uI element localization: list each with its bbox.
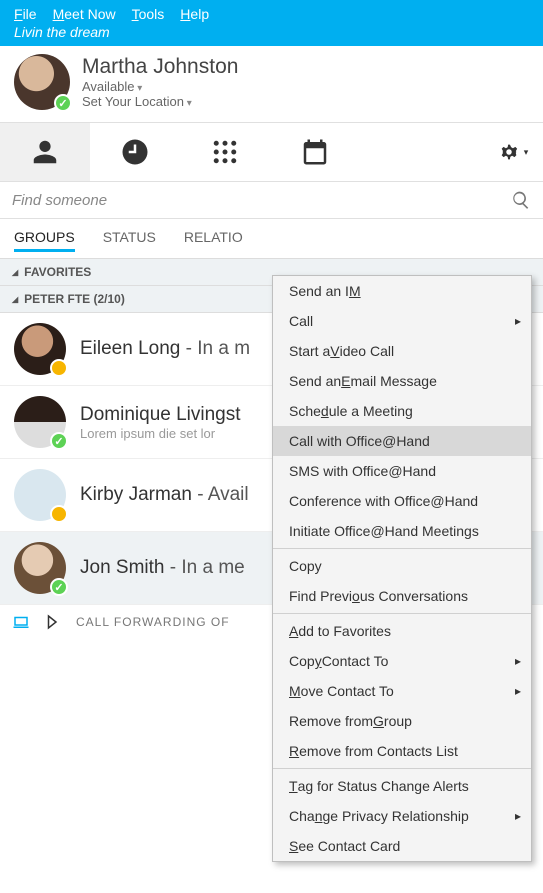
- view-toolbar: [0, 122, 543, 182]
- contact-name: Dominique Livingst: [80, 404, 241, 425]
- self-avatar[interactable]: ✓: [14, 54, 70, 110]
- gear-icon: [498, 141, 520, 163]
- forward-icon[interactable]: [44, 613, 62, 631]
- person-icon: [30, 137, 60, 167]
- settings-dropdown[interactable]: [483, 123, 543, 181]
- contact-name: Jon Smith: [80, 557, 164, 578]
- menu-call[interactable]: Call: [273, 306, 531, 336]
- filter-status[interactable]: STATUS: [103, 229, 156, 252]
- contact-name: Eileen Long: [80, 338, 180, 359]
- menu-call-officehand[interactable]: Call with Office@Hand: [273, 426, 531, 456]
- menu-see-card[interactable]: See Contact Card: [273, 831, 531, 861]
- clock-icon: [120, 137, 150, 167]
- presence-away-icon: [50, 359, 68, 377]
- menu-copy[interactable]: Copy: [273, 551, 531, 581]
- filter-relationships[interactable]: RELATIO: [184, 229, 243, 252]
- contact-sub: Lorem ipsum die set lor: [80, 426, 241, 441]
- menu-file[interactable]: File: [14, 6, 37, 22]
- menu-remove-group[interactable]: Remove from Group: [273, 706, 531, 736]
- menu-sms-officehand[interactable]: SMS with Office@Hand: [273, 456, 531, 486]
- menu-schedule-meeting[interactable]: Schedule a Meeting: [273, 396, 531, 426]
- tab-contacts[interactable]: [0, 123, 90, 181]
- self-status-dropdown[interactable]: Available: [82, 79, 238, 94]
- tab-conversations[interactable]: [90, 123, 180, 181]
- menu-bar: File Meet Now Tools Help: [0, 0, 543, 24]
- search-bar[interactable]: Find someone: [0, 182, 543, 219]
- menu-help[interactable]: Help: [180, 6, 209, 22]
- search-icon: [511, 190, 531, 210]
- menu-email[interactable]: Send an Email Message: [273, 366, 531, 396]
- avatar: [14, 323, 66, 375]
- device-icon[interactable]: [12, 613, 30, 631]
- presence-available-icon: ✓: [54, 94, 72, 112]
- avatar: [14, 469, 66, 521]
- presence-available-icon: ✓: [50, 578, 68, 596]
- dialpad-icon: [210, 137, 240, 167]
- menu-move-contact-to[interactable]: Move Contact To: [273, 676, 531, 706]
- menu-conference-officehand[interactable]: Conference with Office@Hand: [273, 486, 531, 516]
- search-placeholder: Find someone: [12, 192, 511, 209]
- menu-send-im[interactable]: Send an IM: [273, 276, 531, 306]
- avatar: ✓: [14, 396, 66, 448]
- menu-add-favorites[interactable]: Add to Favorites: [273, 616, 531, 646]
- call-forwarding-label: CALL FORWARDING OF: [76, 615, 230, 629]
- tab-dialpad[interactable]: [180, 123, 270, 181]
- menu-meet-now[interactable]: Meet Now: [53, 6, 116, 22]
- personal-note[interactable]: Livin the dream: [0, 24, 543, 46]
- filter-tabs: GROUPS STATUS RELATIO: [0, 219, 543, 259]
- menu-video-call[interactable]: Start a Video Call: [273, 336, 531, 366]
- presence-away-icon: [50, 505, 68, 523]
- menu-remove-list[interactable]: Remove from Contacts List: [273, 736, 531, 766]
- presence-available-icon: ✓: [50, 432, 68, 450]
- calendar-icon: [300, 137, 330, 167]
- menu-tag-alerts[interactable]: Tag for Status Change Alerts: [273, 771, 531, 801]
- menu-initiate-officehand[interactable]: Initiate Office@Hand Meetings: [273, 516, 531, 546]
- filter-groups[interactable]: GROUPS: [14, 229, 75, 252]
- menu-tools[interactable]: Tools: [132, 6, 165, 22]
- menu-find-previous[interactable]: Find Previous Conversations: [273, 581, 531, 611]
- menu-copy-contact-to[interactable]: Copy Contact To: [273, 646, 531, 676]
- tab-meetings[interactable]: [270, 123, 360, 181]
- avatar: ✓: [14, 542, 66, 594]
- self-location-dropdown[interactable]: Set Your Location: [82, 94, 238, 109]
- contact-context-menu: Send an IM Call Start a Video Call Send …: [272, 275, 532, 862]
- self-header: ✓ Martha Johnston Available Set Your Loc…: [0, 46, 543, 122]
- skype-window: File Meet Now Tools Help Livin the dream…: [0, 0, 543, 639]
- self-name: Martha Johnston: [82, 55, 238, 79]
- contact-name: Kirby Jarman: [80, 484, 192, 505]
- menu-privacy[interactable]: Change Privacy Relationship: [273, 801, 531, 831]
